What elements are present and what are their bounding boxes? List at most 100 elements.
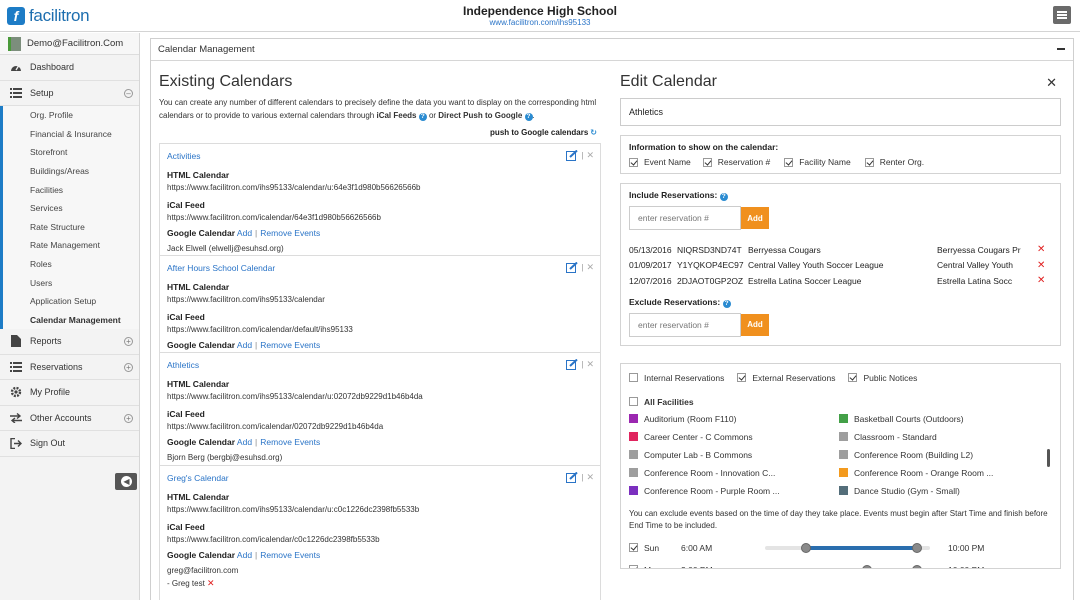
facility-item[interactable]: Career Center - C Commons (629, 428, 839, 446)
google-add-link[interactable]: Add (237, 550, 252, 560)
checkbox[interactable] (864, 157, 874, 167)
facility-color-swatch[interactable] (629, 486, 638, 495)
help-icon[interactable]: ? (719, 193, 728, 201)
help-icon[interactable]: ? (524, 112, 533, 121)
calendar-name-link[interactable]: After Hours School Calendar (167, 263, 593, 273)
exclude-reservation-input[interactable]: enter reservation # (629, 312, 741, 337)
time-range-slider[interactable] (765, 542, 930, 553)
help-icon[interactable]: ? (722, 299, 731, 308)
user-account[interactable]: Demo@Facilitron.Com (0, 33, 139, 55)
facility-item[interactable]: Basketball Courts (Outdoors) (839, 410, 1049, 428)
html-calendar-url[interactable]: https://www.facilitron.com/ihs95133/cale… (167, 505, 593, 514)
remove-events-link[interactable]: Remove Events (260, 550, 320, 560)
sidebar-item-reservations[interactable]: Reservations + (0, 355, 139, 381)
checkbox[interactable] (629, 373, 638, 382)
ical-feed-url[interactable]: https://www.facilitron.com/icalendar/020… (167, 422, 593, 431)
collapse-sidebar-button[interactable]: ◀ (115, 473, 137, 490)
facility-item[interactable]: Conference Room - Orange Room ... (839, 464, 1049, 482)
facility-color-swatch[interactable] (629, 414, 638, 423)
facility-item[interactable]: Conference Room (Building L2) (839, 446, 1049, 464)
sidebar-subitem-users[interactable]: Users (3, 273, 139, 292)
checkbox[interactable] (629, 157, 638, 167)
info-option-checkbox[interactable]: Event Name (629, 157, 691, 167)
remove-reservation-icon[interactable]: ✕ (1037, 275, 1045, 286)
reservation-id[interactable]: NIQRSD3ND74T (677, 245, 748, 255)
collapse-panel-icon[interactable] (1056, 44, 1066, 54)
google-add-link[interactable]: Add (237, 437, 252, 447)
ical-feed-url[interactable]: https://www.facilitron.com/icalendar/c0c… (167, 535, 593, 544)
calendar-name-input[interactable]: Athletics (620, 98, 1061, 126)
checkbox[interactable] (702, 157, 712, 167)
collapse-toggle-icon[interactable]: – (124, 88, 133, 98)
expand-toggle-icon[interactable]: + (124, 362, 133, 372)
facility-color-swatch[interactable] (629, 450, 638, 459)
remove-account-icon[interactable]: ✕ (207, 578, 215, 588)
remove-events-link[interactable]: Remove Events (260, 340, 320, 350)
end-time-handle[interactable] (911, 542, 922, 553)
facility-item[interactable]: Auditorium (Room F110) (629, 410, 839, 428)
checkbox[interactable] (848, 373, 858, 382)
ical-feed-url[interactable]: https://www.facilitron.com/icalendar/64e… (167, 213, 593, 222)
html-calendar-url[interactable]: https://www.facilitron.com/ihs95133/cale… (167, 295, 593, 304)
sidebar-item-sign-out[interactable]: Sign Out (0, 431, 139, 457)
remove-events-link[interactable]: Remove Events (260, 437, 320, 447)
checkbox[interactable] (629, 397, 638, 406)
calendar-name-link[interactable]: Activities (167, 151, 593, 161)
sidebar-item-my-profile[interactable]: My Profile (0, 380, 139, 406)
help-icon[interactable]: ? (418, 112, 427, 121)
checkbox[interactable] (784, 157, 794, 167)
html-calendar-url[interactable]: https://www.facilitron.com/ihs95133/cale… (167, 392, 593, 401)
sidebar-subitem-roles[interactable]: Roles (3, 255, 139, 274)
sidebar-subitem-financial-insurance[interactable]: Financial & Insurance (3, 125, 139, 144)
facility-item[interactable]: Conference Room - Innovation C... (629, 464, 839, 482)
push-to-google-button[interactable]: push to Google calendars ↻ (490, 128, 597, 137)
sidebar-subitem-facilities[interactable]: Facilities (3, 180, 139, 199)
calendar-name-link[interactable]: Greg's Calendar (167, 473, 593, 483)
remove-events-link[interactable]: Remove Events (260, 228, 320, 238)
facility-color-swatch[interactable] (839, 486, 848, 495)
facility-item[interactable]: Dance Studio (Gym - Small) (839, 482, 1049, 500)
sidebar-subitem-calendar-management[interactable]: Calendar Management (3, 311, 139, 330)
sidebar-subitem-buildings-areas[interactable]: Buildings/Areas (3, 162, 139, 181)
google-add-link[interactable]: Add (237, 340, 252, 350)
remove-reservation-icon[interactable]: ✕ (1037, 244, 1045, 255)
start-time-handle[interactable] (862, 564, 873, 568)
expand-toggle-icon[interactable]: + (124, 337, 133, 347)
sidebar-item-reports[interactable]: Reports + (0, 329, 139, 355)
sidebar-subitem-rate-structure[interactable]: Rate Structure (3, 218, 139, 237)
facility-color-swatch[interactable] (839, 414, 848, 423)
facility-item[interactable]: Computer Lab - B Commons (629, 446, 839, 464)
checkbox[interactable] (629, 565, 638, 568)
sidebar-subitem-application-setup[interactable]: Application Setup (3, 292, 139, 311)
reservation-id[interactable]: Y1YQKOP4EC97 (677, 260, 748, 270)
google-add-link[interactable]: Add (237, 228, 252, 238)
sidebar-subitem-org-profile[interactable]: Org. Profile (3, 106, 139, 125)
day-checkbox[interactable]: Sun (629, 543, 681, 553)
reservation-id[interactable]: 2DJAOT0GP2OZ (677, 276, 748, 286)
edit-icon[interactable] (566, 358, 579, 370)
facility-color-swatch[interactable] (839, 450, 848, 459)
facility-color-swatch[interactable] (839, 432, 848, 441)
start-time-handle[interactable] (801, 542, 812, 553)
edit-icon[interactable] (566, 149, 579, 161)
checkbox[interactable] (629, 543, 638, 552)
sidebar-subitem-services[interactable]: Services (3, 199, 139, 218)
remove-reservation-icon[interactable]: ✕ (1037, 260, 1045, 271)
delete-icon[interactable]: ✕ (586, 150, 594, 161)
day-checkbox[interactable]: Mon (629, 565, 681, 568)
close-icon[interactable]: ✕ (1046, 75, 1057, 91)
site-url-link[interactable]: www.facilitron.com/ihs95133 (0, 18, 1080, 27)
delete-icon[interactable]: ✕ (586, 262, 594, 273)
reservation-type-checkbox[interactable]: Public Notices (848, 373, 917, 383)
reservation-type-checkbox[interactable]: Internal Reservations (629, 373, 724, 383)
info-option-checkbox[interactable]: Renter Org. (864, 157, 924, 167)
facility-color-swatch[interactable] (629, 468, 638, 477)
reservation-type-checkbox[interactable]: External Reservations (737, 373, 835, 383)
include-reservation-input[interactable]: enter reservation # (629, 206, 741, 230)
exclude-add-button[interactable]: Add (741, 313, 769, 336)
facility-color-swatch[interactable] (629, 432, 638, 441)
facility-item[interactable]: Drama Room (Room M24) (839, 500, 1049, 503)
facility-color-swatch[interactable] (839, 468, 848, 477)
checkbox[interactable] (737, 373, 747, 382)
facility-scrollbar[interactable] (1047, 448, 1050, 467)
